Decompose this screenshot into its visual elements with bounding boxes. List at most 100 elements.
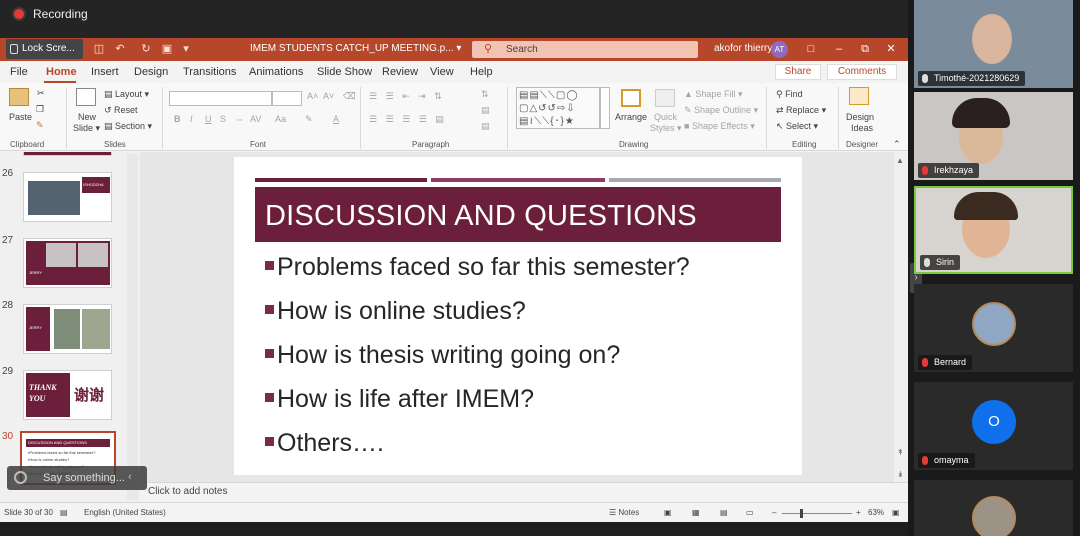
arrange-label[interactable]: Arrange xyxy=(615,112,647,122)
notes-button[interactable]: ☰ Notes xyxy=(609,508,639,517)
zoom-out-icon[interactable]: – xyxy=(772,508,776,517)
minimize-icon[interactable]: – xyxy=(830,41,848,57)
slide-canvas[interactable]: DISCUSSION AND QUESTIONS Problems faced … xyxy=(234,157,802,475)
share-button[interactable]: Share xyxy=(775,64,821,80)
bullet-item[interactable]: Problems faced so far this semester? xyxy=(265,253,690,282)
design-ideas-icon[interactable] xyxy=(849,87,869,105)
slide-title-box[interactable]: DISCUSSION AND QUESTIONS xyxy=(255,187,781,242)
thumbnail-scrollbar[interactable] xyxy=(127,154,138,500)
participant-tile[interactable] xyxy=(914,480,1073,536)
new-slide-icon[interactable] xyxy=(76,88,96,106)
copy-icon[interactable]: ❐ xyxy=(36,104,44,115)
char-spacing-button[interactable]: AV xyxy=(250,114,261,124)
tab-view[interactable]: View xyxy=(430,66,454,78)
save-icon[interactable]: ◫ xyxy=(92,42,106,56)
tab-help[interactable]: Help xyxy=(470,66,493,78)
replace-button[interactable]: ⇄ Replace ▾ xyxy=(776,105,826,116)
layout-button[interactable]: ▤ Layout ▾ xyxy=(104,89,149,100)
new-slide-label-1[interactable]: New xyxy=(78,112,96,122)
slide-thumbnail-29[interactable]: THANK YOU 谢谢 xyxy=(23,370,112,420)
font-family-select[interactable] xyxy=(169,91,272,106)
change-case-button[interactable]: Aa xyxy=(275,114,286,124)
prev-slide-icon[interactable]: ↟ xyxy=(897,448,904,457)
bullet-item[interactable]: Others…. xyxy=(265,429,384,458)
slide-thumbnail-27[interactable]: JERRY xyxy=(23,238,112,288)
close-icon[interactable]: ✕ xyxy=(882,41,900,57)
design-ideas-label-1[interactable]: Design xyxy=(846,112,874,122)
spell-check-icon[interactable]: ▤ xyxy=(60,508,68,517)
tab-design[interactable]: Design xyxy=(134,66,168,78)
scroll-up-icon[interactable]: ▲ xyxy=(896,156,904,165)
participant-tile-active-speaker[interactable]: Sirin xyxy=(914,186,1073,274)
cut-icon[interactable]: ✂ xyxy=(37,88,45,99)
ribbon-display-icon[interactable]: □ xyxy=(802,41,820,57)
highlight-icon[interactable]: ✎ xyxy=(305,114,313,125)
undo-icon[interactable]: ↶ xyxy=(113,42,127,56)
user-name[interactable]: akofor thierry xyxy=(714,43,772,54)
customize-qat-icon[interactable]: ▾ xyxy=(179,42,193,56)
select-button[interactable]: ↖ Select ▾ xyxy=(776,121,818,132)
bullet-item[interactable]: How is online studies? xyxy=(265,297,526,326)
collapse-ribbon-icon[interactable]: ⌃ xyxy=(893,139,901,150)
normal-view-icon[interactable]: ▣ xyxy=(664,508,672,517)
list-icons[interactable]: ☰ ☰ ⇤ ⇥ ⇅ xyxy=(369,91,445,102)
shape-fill-button[interactable]: ▲ Shape Fill ▾ xyxy=(684,89,742,100)
zoom-slider[interactable] xyxy=(782,513,852,514)
format-painter-icon[interactable]: ✎ xyxy=(36,120,44,131)
tab-transitions[interactable]: Transitions xyxy=(183,66,236,78)
tab-insert[interactable]: Insert xyxy=(91,66,119,78)
arrange-icon[interactable] xyxy=(621,89,641,107)
tab-animations[interactable]: Animations xyxy=(249,66,303,78)
fit-slide-icon[interactable]: ▣ xyxy=(892,508,900,517)
lock-screen-button[interactable]: Lock Scre... xyxy=(6,39,83,59)
avatar[interactable]: AT xyxy=(771,41,788,58)
clear-formatting-icon[interactable]: ⌫ xyxy=(343,91,356,102)
search-input[interactable]: Search xyxy=(472,41,698,58)
grow-font-button[interactable]: A˄ xyxy=(307,91,318,101)
design-ideas-label-2[interactable]: Ideas xyxy=(851,123,873,133)
tab-file[interactable]: File xyxy=(10,66,28,78)
emoji-icon[interactable] xyxy=(14,471,27,484)
quick-styles-label-1[interactable]: Quick xyxy=(654,112,677,122)
notes-pane[interactable]: Click to add notes xyxy=(140,482,908,502)
shapes-more-button[interactable] xyxy=(600,87,610,129)
shape-effects-button[interactable]: ■ Shape Effects ▾ xyxy=(684,121,755,132)
quick-styles-icon[interactable] xyxy=(655,89,675,107)
zoom-level[interactable]: 63% xyxy=(868,508,884,517)
new-slide-label-2[interactable]: Slide ▾ xyxy=(73,123,100,134)
font-size-select[interactable] xyxy=(272,91,302,106)
document-title[interactable]: IMEM STUDENTS CATCH_UP MEETING.p... ▾ xyxy=(250,43,461,54)
shadow-button[interactable]: S xyxy=(220,114,226,124)
reading-view-icon[interactable]: ▤ xyxy=(720,508,728,517)
participant-tile[interactable]: O omayma xyxy=(914,382,1073,470)
shapes-gallery[interactable]: ▤▤⟍⟍▢◯ ▢△↺↺⇨⇩ ▤≀⟍⟍{･}★ xyxy=(516,87,600,129)
shrink-font-button[interactable]: A˅ xyxy=(323,91,334,101)
bullet-item[interactable]: How is thesis writing going on? xyxy=(265,341,620,370)
font-color-icon[interactable]: A xyxy=(333,114,339,124)
bullet-item[interactable]: How is life after IMEM? xyxy=(265,385,534,414)
chat-input[interactable]: Say something... xyxy=(7,466,147,490)
zoom-in-icon[interactable]: + xyxy=(856,508,861,517)
zoom-slider-thumb[interactable] xyxy=(800,509,803,518)
participant-tile[interactable]: Irekhzaya xyxy=(914,92,1073,180)
find-button[interactable]: ⚲ Find xyxy=(776,89,803,100)
quick-styles-label-2[interactable]: Styles ▾ xyxy=(650,123,682,134)
language-label[interactable]: English (United States) xyxy=(84,508,166,517)
present-icon[interactable]: ▣ xyxy=(160,42,174,56)
tab-review[interactable]: Review xyxy=(382,66,418,78)
tab-home[interactable]: Home xyxy=(46,66,77,78)
underline-button[interactable]: U xyxy=(205,114,212,124)
italic-button[interactable]: I xyxy=(190,114,193,124)
collapse-chat-icon[interactable]: ‹ xyxy=(128,471,132,483)
bold-button[interactable]: B xyxy=(174,114,181,124)
participant-tile[interactable]: Bernard xyxy=(914,284,1073,372)
align-text-icon[interactable]: ▤ xyxy=(481,105,490,116)
redo-icon[interactable]: ↻ xyxy=(139,42,153,56)
slide-thumbnail-28[interactable]: JERRY xyxy=(23,304,112,354)
strikethrough-icon[interactable]: ⇔ xyxy=(235,114,244,124)
slide-thumbnail-25[interactable] xyxy=(23,152,112,156)
text-direction-icon[interactable]: ⇅ xyxy=(481,89,489,100)
shape-outline-button[interactable]: ✎ Shape Outline ▾ xyxy=(684,105,758,116)
restore-icon[interactable]: ⧉ xyxy=(856,41,874,57)
tab-slide-show[interactable]: Slide Show xyxy=(317,66,372,78)
